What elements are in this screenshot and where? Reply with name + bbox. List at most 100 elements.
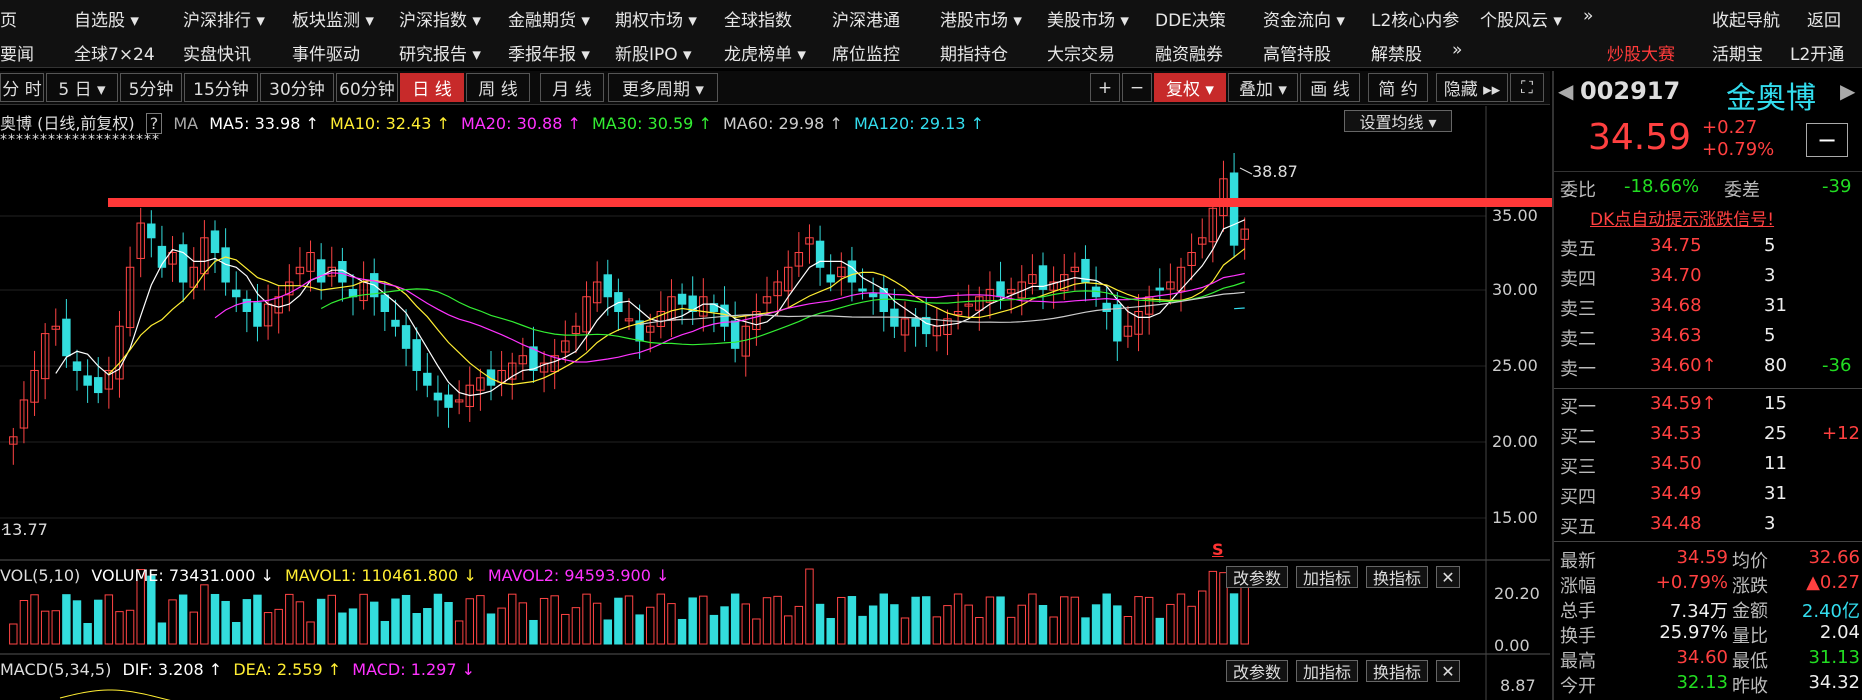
candle-body bbox=[232, 289, 241, 298]
menu-primary-item[interactable]: 自选股 ▾ bbox=[74, 6, 139, 31]
stock-name: 金奥博 bbox=[1726, 81, 1816, 116]
menu-primary-item[interactable]: 美股市场 ▾ bbox=[1047, 6, 1129, 31]
period-button[interactable]: 简 约 bbox=[1368, 73, 1428, 102]
candle-body bbox=[677, 293, 687, 305]
menu-primary-item[interactable]: 沪深指数 ▾ bbox=[399, 6, 481, 31]
period-button[interactable]: ⛶ bbox=[1510, 73, 1544, 102]
menu-secondary-item[interactable]: L2开通 bbox=[1790, 40, 1844, 65]
menu-primary-item[interactable]: 资金流向 ▾ bbox=[1263, 6, 1345, 31]
volume-bar bbox=[900, 617, 910, 645]
volume-bar bbox=[263, 612, 273, 645]
macd-add-indicator-button[interactable]: 加指标 bbox=[1296, 660, 1358, 682]
menu-secondary-item[interactable]: 融资融券 bbox=[1155, 40, 1223, 65]
volume-bar bbox=[253, 594, 262, 645]
menu-primary-item[interactable]: DDE决策 bbox=[1155, 6, 1226, 31]
stats-l1: 涨幅 bbox=[1560, 576, 1596, 597]
volume-bar bbox=[338, 612, 347, 645]
volume-bar bbox=[1091, 604, 1101, 645]
stats-l1: 今开 bbox=[1560, 676, 1596, 697]
menu-primary-item[interactable]: 港股市场 ▾ bbox=[940, 6, 1022, 31]
menu-secondary-item[interactable]: 新股IPO ▾ bbox=[615, 40, 692, 65]
volume-bar bbox=[1081, 617, 1090, 645]
menu-secondary-item[interactable]: 炒股大赛 bbox=[1607, 40, 1675, 65]
period-button[interactable]: 隐藏 ▸▸ bbox=[1436, 73, 1508, 102]
period-button[interactable]: − bbox=[1122, 73, 1152, 102]
menu-primary-item[interactable]: » bbox=[1583, 6, 1593, 26]
orderbook-vol: 15 bbox=[1764, 393, 1787, 414]
orderbook-price: 34.48 bbox=[1650, 513, 1702, 534]
period-button[interactable]: 15分钟 bbox=[184, 73, 258, 102]
period-button[interactable]: 日 线 bbox=[400, 73, 464, 102]
period-button[interactable]: 复权 ▾ bbox=[1154, 73, 1226, 102]
period-button[interactable]: + bbox=[1090, 73, 1120, 102]
volume-bar bbox=[603, 619, 612, 645]
volume-bar bbox=[752, 618, 761, 645]
menu-primary-item[interactable]: 返回 bbox=[1807, 6, 1841, 31]
quote-panel: ◀ 002917 金奥博 ▶ 34.59 +0.27 +0.79% − 委比 -… bbox=[1552, 71, 1862, 700]
period-button[interactable]: 叠加 ▾ bbox=[1228, 73, 1298, 102]
stats-l2: 均价 bbox=[1732, 551, 1768, 572]
menu-primary-item[interactable]: 沪深港通 bbox=[832, 6, 900, 31]
period-button[interactable]: 30分钟 bbox=[260, 73, 334, 102]
period-button[interactable]: 月 线 bbox=[540, 73, 604, 102]
menu-secondary-item[interactable]: » bbox=[1452, 40, 1462, 60]
vol-close-button[interactable]: ✕ bbox=[1436, 566, 1460, 588]
menu-primary-item[interactable]: 页 bbox=[0, 6, 17, 31]
volume-bar bbox=[83, 622, 92, 645]
macd-edit-params-button[interactable]: 改参数 bbox=[1226, 660, 1288, 682]
menu-secondary-item[interactable]: 高管持股 bbox=[1263, 40, 1331, 65]
orderbook-label: 买三 bbox=[1560, 457, 1596, 478]
menu-primary-item[interactable]: 期权市场 ▾ bbox=[615, 6, 697, 31]
vol-edit-params-button[interactable]: 改参数 bbox=[1226, 566, 1288, 588]
menu-primary-item[interactable]: L2核心内参 bbox=[1371, 6, 1459, 31]
macd-close-button[interactable]: ✕ bbox=[1436, 660, 1460, 682]
sell-signal-marker[interactable]: S bbox=[1212, 540, 1224, 559]
prev-stock-icon[interactable]: ◀ bbox=[1558, 79, 1573, 103]
dk-signal-banner[interactable]: DK点自动提示涨跌信号! bbox=[1590, 205, 1774, 230]
volume-bar bbox=[444, 601, 453, 645]
menu-secondary-item[interactable]: 龙虎榜单 ▾ bbox=[724, 40, 806, 65]
period-button[interactable]: 画 线 bbox=[1300, 73, 1360, 102]
vol-axis-zero: 0.00 bbox=[1494, 636, 1530, 655]
period-button[interactable]: 更多周期 ▾ bbox=[608, 73, 718, 102]
menu-secondary-item[interactable]: 要闻 bbox=[0, 40, 34, 65]
macd-switch-indicator-button[interactable]: 换指标 bbox=[1366, 660, 1428, 682]
volume-bar bbox=[868, 605, 878, 645]
volume-bar bbox=[784, 615, 793, 645]
menu-primary-item[interactable]: 金融期货 ▾ bbox=[508, 6, 590, 31]
menu-primary-item[interactable]: 沪深排行 ▾ bbox=[183, 6, 265, 31]
menu-secondary-item[interactable]: 实盘快讯 bbox=[183, 40, 251, 65]
volume-bar bbox=[433, 593, 443, 645]
menu-secondary-item[interactable]: 解禁股 bbox=[1371, 40, 1422, 65]
period-button[interactable]: 60分钟 bbox=[336, 73, 398, 102]
menu-primary-item[interactable]: 收起导航 bbox=[1712, 6, 1780, 31]
menu-primary-item[interactable]: 板块监测 ▾ bbox=[292, 6, 374, 31]
volume-bar bbox=[30, 594, 39, 645]
menu-secondary-item[interactable]: 席位监控 bbox=[832, 40, 900, 65]
menu-secondary-item[interactable]: 大宗交易 bbox=[1047, 40, 1115, 65]
menu-primary-item[interactable]: 全球指数 bbox=[724, 6, 792, 31]
vol-add-indicator-button[interactable]: 加指标 bbox=[1296, 566, 1358, 588]
menu-secondary-item[interactable]: 活期宝 bbox=[1712, 40, 1763, 65]
period-button[interactable]: 5分钟 bbox=[120, 73, 182, 102]
candle-body bbox=[316, 259, 326, 283]
period-button[interactable]: 5 日 ▾ bbox=[46, 73, 118, 102]
candle-body bbox=[826, 274, 835, 283]
menu-secondary-item[interactable]: 期指持仓 bbox=[940, 40, 1008, 65]
vol-switch-indicator-button[interactable]: 换指标 bbox=[1366, 566, 1428, 588]
next-stock-icon[interactable]: ▶ bbox=[1840, 79, 1855, 103]
menu-primary-item[interactable]: 个股风云 ▾ bbox=[1480, 6, 1562, 31]
orderbook-price: 34.68 bbox=[1650, 295, 1702, 316]
candle-body bbox=[1155, 287, 1164, 291]
stats-v1: 25.97% bbox=[1659, 622, 1728, 643]
period-button[interactable]: 周 线 bbox=[466, 73, 530, 102]
top-menu-secondary: 要闻 全球7×24 实盘快讯 事件驱动 研究报告 ▾ 季报年报 ▾ 新股IPO ▾ 龙虎榜单 … bbox=[0, 34, 1862, 68]
period-button[interactable]: 分 时 bbox=[0, 73, 44, 102]
menu-secondary-item[interactable]: 季报年报 ▾ bbox=[508, 40, 590, 65]
volume-bar bbox=[699, 595, 708, 645]
menu-secondary-item[interactable]: 事件驱动 bbox=[292, 40, 360, 65]
price-change: +0.27 bbox=[1702, 117, 1758, 138]
collapse-button[interactable]: − bbox=[1806, 123, 1848, 157]
menu-secondary-item[interactable]: 全球7×24 bbox=[74, 40, 155, 65]
menu-secondary-item[interactable]: 研究报告 ▾ bbox=[399, 40, 481, 65]
